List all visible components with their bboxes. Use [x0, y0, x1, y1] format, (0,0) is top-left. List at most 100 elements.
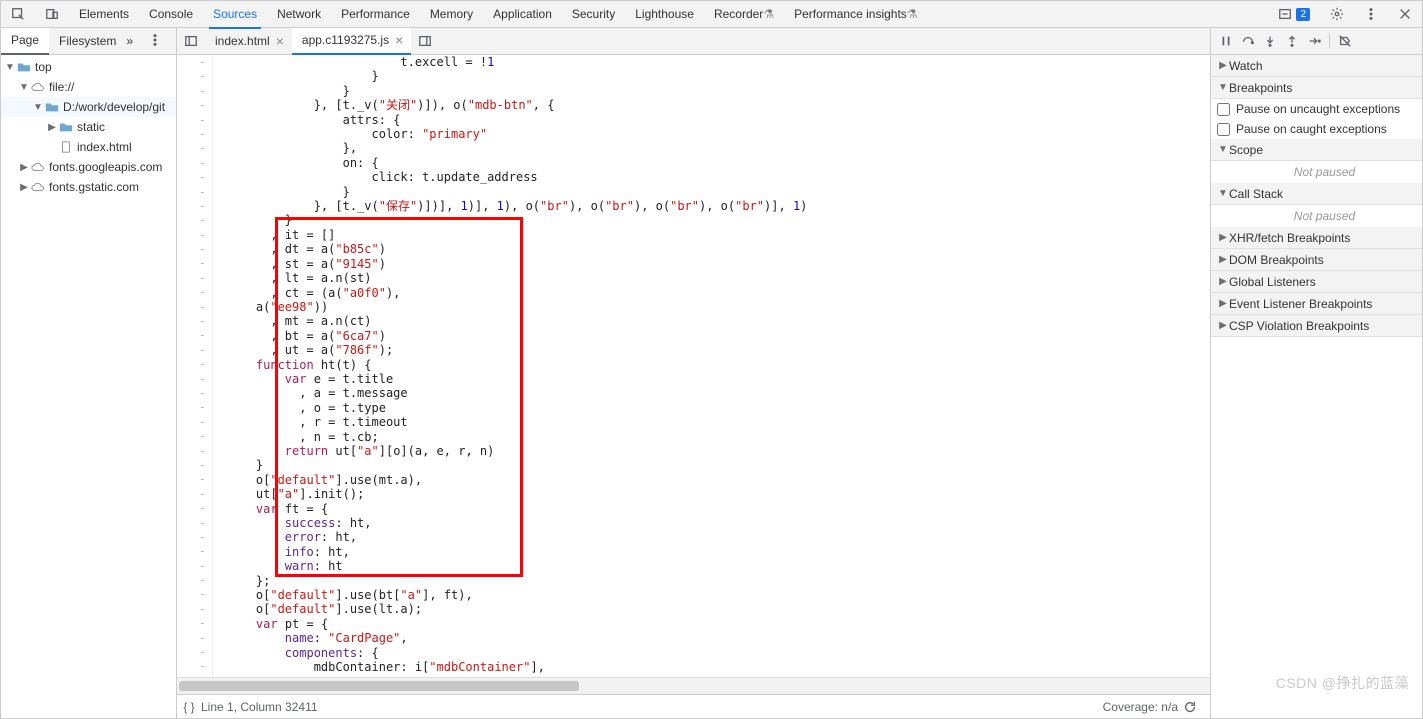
main-tab-bar: ElementsConsoleSourcesNetworkPerformance… — [1, 1, 1422, 28]
code-editor[interactable]: ----------------------------------------… — [177, 55, 1210, 677]
tree-label: file:// — [49, 80, 74, 94]
dbg-section-title: Breakpoints — [1229, 81, 1292, 95]
navigator-pane: PageFilesystem » ▼top▼file://▼D:/work/de… — [1, 28, 177, 718]
gutter: ----------------------------------------… — [177, 55, 213, 677]
dbg-section-body: Not paused — [1211, 161, 1422, 183]
dbg-section-title: CSP Violation Breakpoints — [1229, 319, 1369, 333]
file-tab-label: index.html — [215, 34, 270, 48]
dbg-section-event-listener-breakpoints[interactable]: ▶Event Listener Breakpoints — [1211, 293, 1422, 315]
step-out-icon[interactable] — [1285, 34, 1299, 48]
file-tab[interactable]: app.c1193275.js × — [292, 28, 411, 55]
tree-label: top — [35, 60, 52, 74]
tree-label: index.html — [77, 140, 132, 154]
dbg-checkbox-row: Pause on uncaught exceptions — [1211, 99, 1422, 119]
main-tab-security[interactable]: Security — [562, 1, 625, 28]
main-tab-console[interactable]: Console — [139, 1, 203, 28]
dbg-checkbox[interactable] — [1217, 123, 1230, 136]
editor-pane: index.html × app.c1193275.js × ------------… — [177, 28, 1210, 718]
dbg-section-dom-breakpoints[interactable]: ▶DOM Breakpoints — [1211, 249, 1422, 271]
tree-item[interactable]: ▼file:// — [1, 77, 176, 97]
dbg-section-title: Global Listeners — [1229, 275, 1316, 289]
main-tab-application[interactable]: Application — [483, 1, 562, 28]
close-icon[interactable]: × — [395, 32, 403, 48]
tree-item[interactable]: ▶static — [1, 117, 176, 137]
status-bar: { } Line 1, Column 32411 Coverage: n/a — [177, 694, 1210, 718]
folder-icon — [45, 101, 59, 113]
dbg-section-title: DOM Breakpoints — [1229, 253, 1324, 267]
close-icon[interactable]: × — [276, 33, 284, 49]
cloud-icon — [31, 181, 45, 193]
coverage-reload-icon[interactable] — [1178, 700, 1202, 714]
main-tab-sources[interactable]: Sources — [203, 1, 267, 28]
dbg-section-scope[interactable]: ▼Scope — [1211, 139, 1422, 161]
file-tree[interactable]: ▼top▼file://▼D:/work/develop/git▶static i… — [1, 55, 176, 718]
inspect-element-icon[interactable] — [1, 1, 35, 28]
dbg-checkbox-label: Pause on caught exceptions — [1236, 122, 1387, 136]
main-tab-lighthouse[interactable]: Lighthouse — [625, 1, 704, 28]
tree-label: D:/work/develop/git — [63, 100, 165, 114]
debugger-pane: ▶Watch▼Breakpoints Pause on uncaught exce… — [1210, 28, 1422, 718]
device-toolbar-icon[interactable] — [35, 1, 69, 28]
folder-icon — [17, 61, 31, 73]
close-devtools-icon[interactable] — [1388, 1, 1422, 28]
dbg-section-title: Call Stack — [1229, 187, 1283, 201]
dbg-section-call-stack[interactable]: ▼Call Stack — [1211, 183, 1422, 205]
dbg-section-xhr-fetch-breakpoints[interactable]: ▶XHR/fetch Breakpoints — [1211, 227, 1422, 249]
horizontal-scrollbar[interactable] — [177, 677, 1210, 694]
nav-tab-filesystem[interactable]: Filesystem — [49, 28, 126, 55]
main-tab-performance-insights[interactable]: Performance insights ⚗ — [784, 1, 927, 28]
debugger-toolbar — [1211, 28, 1422, 55]
tree-label: fonts.googleapis.com — [49, 160, 162, 174]
dbg-checkbox-label: Pause on uncaught exceptions — [1236, 102, 1400, 116]
cursor-position: Line 1, Column 32411 — [201, 700, 318, 714]
main-tab-elements[interactable]: Elements — [69, 1, 139, 28]
main-tab-recorder[interactable]: Recorder ⚗ — [704, 1, 784, 28]
dbg-checkbox-row: Pause on caught exceptions — [1211, 119, 1422, 139]
file-tab[interactable]: index.html × — [205, 28, 292, 55]
dbg-section-csp-violation-breakpoints[interactable]: ▶CSP Violation Breakpoints — [1211, 315, 1422, 337]
dbg-section-title: Scope — [1229, 143, 1263, 157]
issues-button[interactable]: 2 — [1268, 1, 1320, 28]
tree-item[interactable]: ▶fonts.gstatic.com — [1, 177, 176, 197]
pause-icon[interactable] — [1219, 34, 1233, 48]
coverage-status: Coverage: n/a — [1103, 700, 1178, 714]
dbg-section-body: Not paused — [1211, 205, 1422, 227]
file-tab-bar: index.html × app.c1193275.js × — [177, 28, 1210, 55]
folder-icon — [59, 121, 73, 133]
nav-more-icon[interactable] — [148, 33, 170, 50]
step-icon[interactable] — [1307, 34, 1321, 48]
step-over-icon[interactable] — [1241, 34, 1255, 48]
issues-count: 2 — [1296, 8, 1310, 21]
dbg-checkbox[interactable] — [1217, 103, 1230, 116]
dbg-section-global-listeners[interactable]: ▶Global Listeners — [1211, 271, 1422, 293]
main-tab-performance[interactable]: Performance — [331, 1, 420, 28]
cloud-icon — [31, 161, 45, 173]
step-into-icon[interactable] — [1263, 34, 1277, 48]
file-tab-label: app.c1193275.js — [302, 33, 389, 47]
nav-tab-bar: PageFilesystem » — [1, 28, 176, 55]
tree-label: static — [77, 120, 105, 134]
dbg-section-title: Watch — [1229, 59, 1263, 73]
main-tab-memory[interactable]: Memory — [420, 1, 483, 28]
toggle-navigator-icon[interactable] — [177, 28, 205, 55]
file-icon — [59, 141, 73, 153]
dbg-section-watch[interactable]: ▶Watch — [1211, 55, 1422, 77]
more-icon[interactable] — [1354, 1, 1388, 28]
pretty-print-icon[interactable]: { } — [177, 700, 201, 714]
main-tab-network[interactable]: Network — [267, 1, 331, 28]
tree-item[interactable]: index.html — [1, 137, 176, 157]
settings-icon[interactable] — [1320, 1, 1354, 28]
tree-label: fonts.gstatic.com — [49, 180, 139, 194]
dbg-section-title: XHR/fetch Breakpoints — [1229, 231, 1350, 245]
nav-overflow-icon[interactable]: » — [126, 34, 148, 48]
cloud-icon — [31, 81, 45, 93]
code-content: t.excell = !1 } } }, [t._v("关闭")]), o("m… — [213, 55, 1210, 674]
dbg-section-breakpoints[interactable]: ▼Breakpoints — [1211, 77, 1422, 99]
tree-item[interactable]: ▼top — [1, 57, 176, 77]
nav-tab-page[interactable]: Page — [1, 28, 49, 55]
toggle-debugger-icon[interactable] — [411, 28, 439, 55]
dbg-section-title: Event Listener Breakpoints — [1229, 297, 1372, 311]
tree-item[interactable]: ▶fonts.googleapis.com — [1, 157, 176, 177]
deactivate-breakpoints-icon[interactable] — [1338, 34, 1352, 48]
tree-item[interactable]: ▼D:/work/develop/git — [1, 97, 176, 117]
